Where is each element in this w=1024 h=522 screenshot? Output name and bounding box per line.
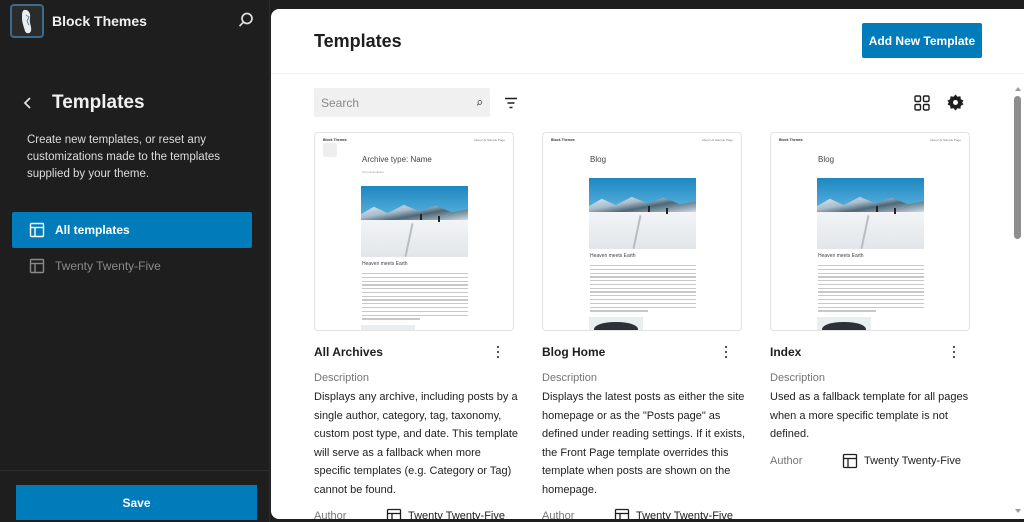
back-button[interactable]	[20, 92, 36, 114]
scrollbar-thumb[interactable]	[1014, 96, 1021, 239]
preview-second-image	[817, 317, 871, 330]
preview-logo-placeholder	[323, 143, 337, 157]
template-description: Used as a fallback template for all page…	[770, 391, 969, 440]
navigator-header: Templates	[20, 92, 145, 114]
card-title-row: All Archives	[314, 332, 514, 372]
template-preview[interactable]: Block Themes About Us Sample Page Blog Heav…	[542, 132, 742, 331]
preview-featured-image	[361, 186, 468, 257]
sidebar-item-label: Twenty Twenty-Five	[55, 259, 161, 273]
filter-icon[interactable]	[502, 94, 520, 112]
preview-post-title: Heaven meets Earth	[590, 253, 636, 259]
template-author: Twenty Twenty-Five	[636, 510, 733, 519]
author-label: Author	[314, 510, 347, 519]
preview-nav: About Us Sample Page	[473, 138, 505, 142]
site-editor: Block Themes Templates Create new templa…	[0, 0, 1024, 522]
preview-nav: About Us Sample Page	[701, 138, 733, 142]
description-label: Description	[542, 372, 598, 384]
sidebar-footer: Save	[0, 470, 270, 522]
layout-icon	[386, 508, 402, 519]
add-new-template-button[interactable]: Add New Template	[862, 23, 982, 58]
layout-icon	[29, 258, 45, 274]
preview-second-image	[589, 317, 643, 330]
preview-subheading: Term description	[362, 170, 385, 174]
description-label: Description	[770, 372, 826, 384]
preview-post-excerpt	[590, 265, 696, 314]
preview-featured-image	[589, 178, 696, 249]
chevron-left-icon	[23, 97, 31, 109]
preview-second-image	[361, 325, 415, 330]
preview-post-excerpt	[818, 265, 924, 314]
more-actions-icon[interactable]	[946, 344, 962, 360]
template-card: Block Themes About Us Sample Page Archive …	[314, 132, 518, 519]
preview-post-excerpt	[362, 273, 468, 322]
more-actions-icon[interactable]	[718, 344, 734, 360]
template-title[interactable]: Index	[770, 345, 801, 359]
author-label: Author	[770, 454, 803, 467]
template-preview[interactable]: Block Themes About Us Sample Page Archive …	[314, 132, 514, 331]
save-button[interactable]: Save	[16, 485, 257, 520]
preview-post-title: Heaven meets Earth	[818, 253, 864, 259]
preview-site-title: Block Themes	[551, 138, 575, 142]
card-title-row: Blog Home	[542, 332, 742, 372]
card-title-row: Index	[770, 332, 970, 372]
page-header: Templates Add New Template	[271, 9, 1024, 74]
scrollbar[interactable]	[1012, 79, 1024, 519]
author-field: Author Twenty Twenty-Five	[770, 453, 970, 469]
template-title[interactable]: All Archives	[314, 345, 383, 359]
author-field: Author Twenty Twenty-Five	[314, 508, 514, 519]
sidebar-item-label: All templates	[55, 223, 130, 237]
site-logo-icon	[22, 9, 32, 34]
layout-icon	[614, 508, 630, 519]
page-title: Templates	[314, 31, 402, 51]
template-preview[interactable]: Block Themes About Us Sample Page Blog Heav…	[770, 132, 970, 331]
author-label: Author	[542, 510, 575, 519]
template-title[interactable]: Blog Home	[542, 345, 605, 359]
dataviews-toolbar	[271, 74, 1011, 129]
template-card: Block Themes About Us Sample Page Blog Heav…	[770, 132, 970, 469]
sidebar-item-all-templates[interactable]: All templates	[12, 212, 252, 248]
layout-icon	[29, 222, 45, 238]
gear-icon[interactable]	[946, 93, 965, 112]
preview-nav: About Us Sample Page	[929, 138, 961, 142]
navigator-description: Create new templates, or reset any custo…	[27, 134, 221, 180]
preview-heading: Blog	[818, 155, 835, 164]
layout-icon	[842, 453, 858, 468]
description-label: Description	[314, 372, 370, 384]
site-icon[interactable]	[10, 4, 44, 38]
scroll-down-arrow[interactable]	[1015, 509, 1021, 513]
preview-site-title: Block Themes	[779, 138, 803, 142]
template-description: Displays the latest posts as either the …	[542, 391, 746, 496]
sidebar-item-twenty-twenty-five[interactable]: Twenty Twenty-Five	[12, 248, 252, 284]
sidebar: Block Themes Templates Create new templa…	[0, 0, 270, 522]
search-field	[314, 88, 490, 117]
template-author: Twenty Twenty-Five	[864, 454, 961, 467]
templates-panel: Templates Add New Template Search Block …	[271, 9, 1024, 519]
preview-featured-image	[817, 178, 924, 249]
search-input[interactable]	[314, 88, 476, 117]
grid-view-icon[interactable]	[913, 94, 931, 112]
preview-post-title: Heaven meets Earth	[362, 261, 408, 267]
site-title: Block Themes	[52, 13, 147, 29]
search-icon[interactable]	[237, 11, 255, 29]
site-hub: Block Themes	[10, 3, 147, 39]
preview-site-title: Block Themes	[323, 138, 347, 142]
search-icon	[476, 99, 483, 106]
preview-heading: Archive type: Name	[362, 155, 432, 164]
preview-heading: Blog	[590, 155, 607, 164]
template-author: Twenty Twenty-Five	[408, 510, 505, 519]
template-description: Displays any archive, including posts by…	[314, 391, 519, 496]
navigator-title: Templates	[52, 92, 145, 113]
author-field: Author Twenty Twenty-Five	[542, 508, 742, 519]
template-card: Block Themes About Us Sample Page Blog Heav…	[542, 132, 745, 519]
scroll-up-arrow[interactable]	[1015, 87, 1021, 91]
more-actions-icon[interactable]	[490, 344, 506, 360]
